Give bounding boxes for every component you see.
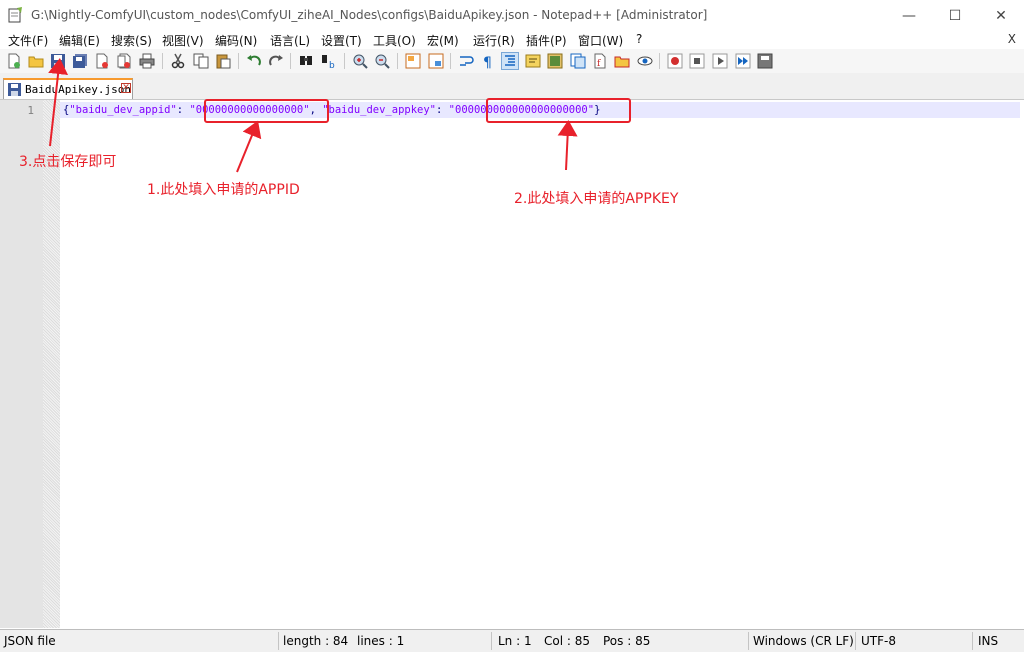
status-line: Ln : 1 (498, 634, 532, 648)
status-divider (972, 632, 973, 650)
status-encoding[interactable]: UTF-8 (861, 634, 896, 648)
status-lines: lines : 1 (357, 634, 405, 648)
save-arrow (48, 58, 69, 147)
status-divider (855, 632, 856, 650)
status-divider (748, 632, 749, 650)
appid-hint-label: 1.此处填入申请的APPID (147, 182, 300, 198)
status-divider (278, 632, 279, 650)
appid-arrow (236, 120, 262, 173)
save-hint-label: 3.点击保存即可 (19, 154, 117, 170)
annotation-arrows (48, 58, 578, 173)
status-bar: JSON file length : 84 lines : 1 Ln : 1 C… (0, 629, 1024, 652)
status-insert-mode[interactable]: INS (978, 634, 998, 648)
status-divider (491, 632, 492, 650)
appkey-hint-label: 2.此处填入申请的APPKEY (514, 191, 679, 207)
status-file-type: JSON file (4, 634, 56, 648)
status-length: length : 84 (283, 634, 349, 648)
status-eol[interactable]: Windows (CR LF) (753, 634, 854, 648)
appkey-arrow (557, 120, 578, 171)
status-position: Pos : 85 (603, 634, 651, 648)
status-column: Col : 85 (544, 634, 590, 648)
